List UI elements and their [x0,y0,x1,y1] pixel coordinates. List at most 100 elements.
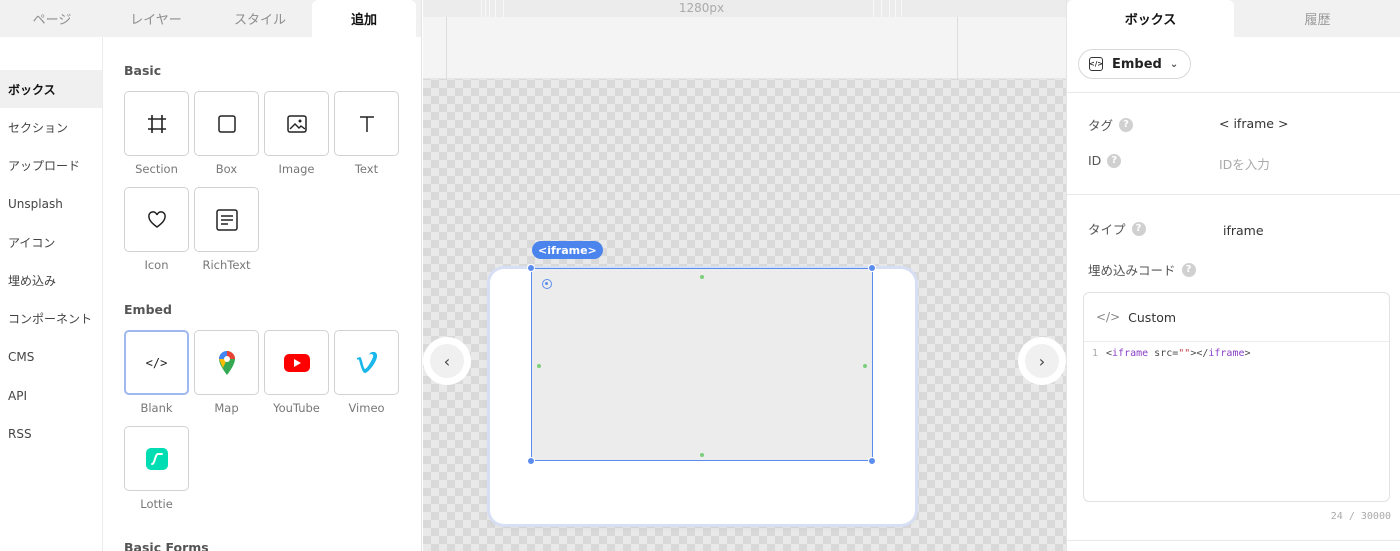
element-type-dropdown[interactable]: </> Embed ⌄ [1078,49,1191,79]
tile-image-box[interactable] [264,91,329,156]
target-icon[interactable] [542,279,552,289]
tile-youtube[interactable]: YouTube [264,330,329,415]
resize-handle-bottom-right[interactable] [868,457,876,465]
divider [1067,92,1400,93]
tile-richtext-label: RichText [202,258,251,272]
element-tag-badge: <iframe> [532,241,603,259]
tile-text-box[interactable] [334,91,399,156]
box-icon [217,114,236,133]
tile-lottie-label: Lottie [140,497,173,511]
tab-page[interactable]: ページ [0,0,104,37]
category-item-embed[interactable]: 埋め込み [0,261,102,299]
prev-breakpoint-button[interactable]: ‹ [423,337,471,385]
type-label-text: タイプ [1088,222,1126,237]
divider [1067,194,1400,195]
tab-add[interactable]: 追加 [312,0,416,37]
category-item-section[interactable]: セクション [0,108,102,146]
id-label: ID ? [1088,153,1122,168]
chevron-down-icon: ⌄ [1169,58,1179,70]
selected-iframe-element[interactable] [531,268,873,461]
resize-handle-top-right[interactable] [868,264,876,272]
chevron-left-icon: ‹ [430,344,464,378]
tag-value[interactable]: < iframe > [1219,116,1288,131]
help-icon[interactable]: ? [1131,221,1146,236]
resize-handle-bottom-left[interactable] [527,457,535,465]
help-icon[interactable]: ? [1107,153,1122,168]
image-icon [286,114,307,133]
help-icon[interactable]: ? [1181,262,1196,277]
type-value[interactable]: iframe [1223,223,1264,238]
right-panel: ボックス 履歴 </> Embed ⌄ タグ ? < iframe > ID ?… [1066,0,1400,551]
tile-text[interactable]: Text [334,91,399,176]
tile-richtext[interactable]: RichText [194,187,259,272]
vimeo-icon [356,351,377,373]
category-list: ボックス セクション アップロード Unsplash アイコン 埋め込み コンポ… [0,37,103,551]
canvas[interactable]: 1280px ‹ › <iframe> [423,0,1066,551]
tab-layers[interactable]: レイヤー [104,0,208,37]
tile-map[interactable]: Map [194,330,259,415]
tile-richtext-box[interactable] [194,187,259,252]
category-item-cms[interactable]: CMS [0,338,102,376]
resize-handle-top[interactable] [700,275,704,279]
tile-text-label: Text [354,162,379,176]
code-icon: </> [145,355,168,370]
resize-handle-left[interactable] [537,364,541,368]
section-icon [147,114,166,133]
viewport-width-label: 1280px [678,1,725,15]
tile-box[interactable]: Box [194,91,259,176]
tile-youtube-box[interactable] [264,330,329,395]
tile-box-box[interactable] [194,91,259,156]
left-panel-tabs: ページ レイヤー スタイル 追加 [0,0,421,37]
category-item-component[interactable]: コンポーネント [0,300,102,338]
section-title-basic: Basic [124,63,162,78]
type-label: タイプ ? [1088,219,1146,238]
tile-icon-box[interactable] [124,187,189,252]
viewport-ruler: 1280px [423,0,1066,79]
tile-vimeo[interactable]: Vimeo [334,330,399,415]
tile-map-label: Map [214,401,239,415]
id-label-text: ID [1088,153,1102,168]
tile-blank[interactable]: </> Blank [124,330,189,415]
tile-lottie-box[interactable] [124,426,189,491]
category-item-icon[interactable]: アイコン [0,223,102,261]
tile-vimeo-box[interactable] [334,330,399,395]
category-item-upload[interactable]: アップロード [0,147,102,185]
embed-code-label-text: 埋め込みコード [1088,263,1176,278]
resize-handle-right[interactable] [863,364,867,368]
tile-image-label: Image [278,162,315,176]
next-breakpoint-button[interactable]: › [1018,337,1066,385]
resize-handle-bottom[interactable] [700,453,704,457]
category-item-box[interactable]: ボックス [0,70,102,109]
divider [1067,540,1400,541]
tile-icon[interactable]: Icon [124,187,189,272]
heart-icon [147,210,166,228]
category-item-rss[interactable]: RSS [0,415,102,453]
tile-section-box[interactable] [124,91,189,156]
embed-code-icon: </> [1089,57,1103,71]
tile-blank-label: Blank [140,401,173,415]
resize-handle-top-left[interactable] [527,264,535,272]
tab-history[interactable]: 履歴 [1234,0,1400,37]
id-input[interactable]: IDを入力 [1219,154,1270,173]
help-icon[interactable]: ? [1119,117,1134,132]
tile-box-label: Box [215,162,238,176]
category-item-api[interactable]: API [0,376,102,414]
tile-section[interactable]: Section [124,91,189,176]
tile-blank-box[interactable]: </> [124,330,189,395]
category-item-unsplash[interactable]: Unsplash [0,185,102,223]
code-text[interactable]: <iframe src=""></iframe> [1106,348,1251,359]
tile-lottie[interactable]: Lottie [124,426,189,511]
tile-map-box[interactable] [194,330,259,395]
code-editor[interactable]: </> Custom 1 <iframe src=""></iframe> [1083,292,1390,502]
ruler-strip: 1280px [423,0,1066,17]
code-line[interactable]: 1 <iframe src=""></iframe> [1084,342,1389,359]
char-count: 24 / 30000 [1330,511,1391,522]
tab-style[interactable]: スタイル [208,0,312,37]
lottie-icon [145,447,168,470]
chevron-right-icon: › [1025,344,1059,378]
code-icon: </> [1096,310,1121,324]
youtube-icon [283,353,310,372]
right-panel-tabs: ボックス 履歴 [1067,0,1400,37]
tile-image[interactable]: Image [264,91,329,176]
tab-box[interactable]: ボックス [1067,0,1234,37]
